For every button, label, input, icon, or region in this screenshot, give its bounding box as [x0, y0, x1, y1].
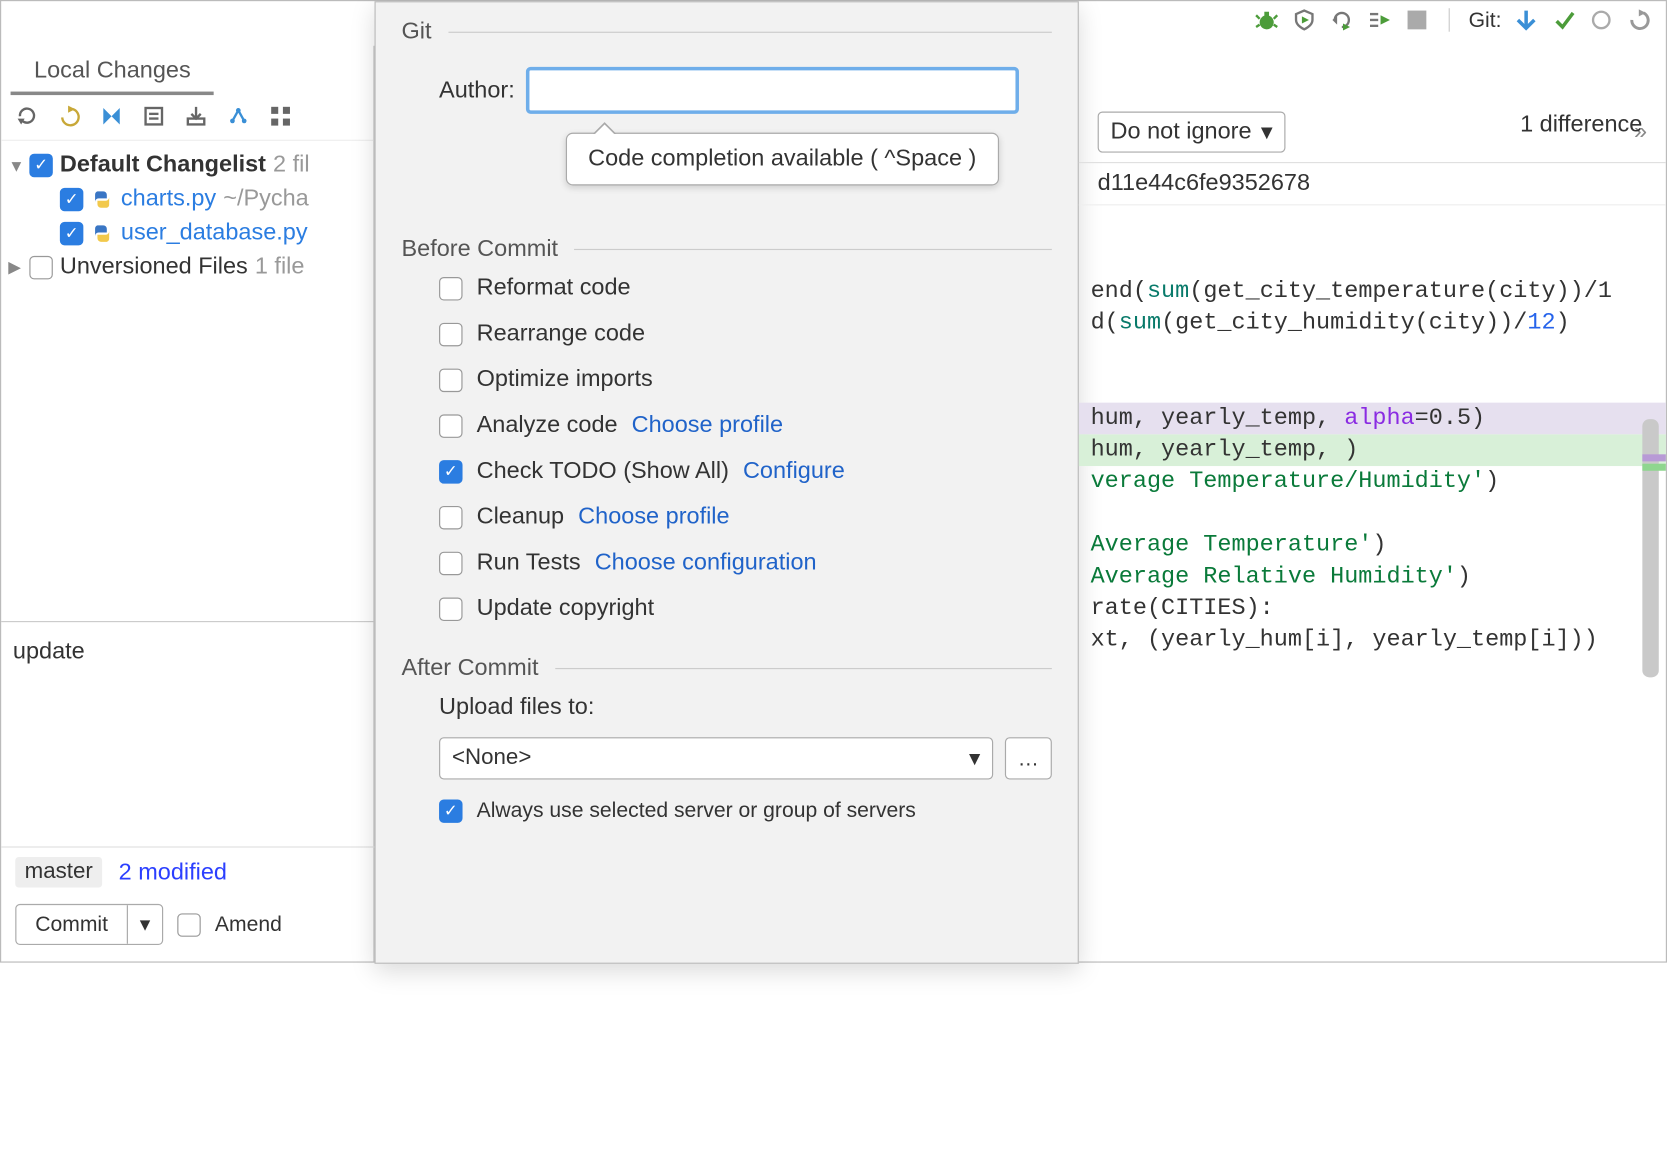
todo-configure-link[interactable]: Configure — [743, 458, 845, 485]
commit-message-input[interactable]: update — [1, 621, 374, 832]
upload-label: Upload files to: — [439, 694, 1052, 721]
upload-more-button[interactable]: … — [1005, 737, 1052, 779]
author-input[interactable] — [526, 67, 1019, 114]
chevron-down-icon: ▾ — [1261, 117, 1273, 146]
file-name: user_database.py — [121, 220, 308, 247]
file-row[interactable]: ✓ user_database.py — [4, 216, 371, 250]
check-copyright[interactable]: Update copyright — [439, 595, 1052, 622]
top-toolbar: Git: — [1254, 1, 1666, 39]
shield-run-icon[interactable] — [1291, 7, 1317, 33]
check-optimize[interactable]: Optimize imports — [439, 366, 1052, 393]
unversioned-label: Unversioned Files — [60, 254, 248, 281]
unversioned-row[interactable]: ▶ Unversioned Files 1 file — [4, 250, 371, 284]
before-commit-title: Before Commit — [401, 236, 1051, 263]
diff-marker-bar — [1642, 454, 1665, 473]
changelist-count: 2 fil — [273, 151, 310, 178]
chevron-right-icon: ▶ — [8, 257, 22, 277]
before-commit-list: Reformat code Rearrange code Optimize im… — [439, 275, 1052, 622]
modified-link[interactable]: 2 modified — [119, 859, 227, 886]
app-window: Git: Local Changes ▼ ✓ Default Ch — [0, 0, 1667, 963]
changes-toolbar — [1, 95, 373, 141]
vcs-commit-icon[interactable] — [1551, 7, 1577, 33]
upload-value: <None> — [452, 745, 531, 771]
upload-target-select[interactable]: <None> ▾ — [439, 737, 993, 779]
check-cleanup[interactable]: Cleanup Choose profile — [439, 504, 1052, 531]
checkbox-file[interactable]: ✓ — [60, 187, 83, 210]
step-run-icon[interactable] — [1366, 7, 1392, 33]
changes-tree: ▼ ✓ Default Changelist 2 fil ✓ charts.py… — [1, 141, 373, 291]
completion-tooltip: Code completion available ( ^Space ) — [566, 133, 999, 186]
stop-icon[interactable] — [1404, 7, 1430, 33]
after-commit-title: After Commit — [401, 655, 1051, 682]
check-reformat[interactable]: Reformat code — [439, 275, 1052, 302]
amend-label: Amend — [215, 912, 282, 937]
commit-footer: master 2 modified Commit ▾ Amend — [1, 846, 374, 961]
revert-icon[interactable] — [1626, 7, 1652, 33]
checkbox-file[interactable]: ✓ — [60, 221, 83, 244]
python-file-icon — [90, 187, 113, 210]
changelist-icon[interactable] — [142, 104, 168, 130]
diff-viewer: Do not ignore▾ » 1 difference d11e44c6fe… — [1079, 102, 1666, 961]
group-icon[interactable] — [227, 104, 253, 130]
diff-icon[interactable] — [100, 104, 126, 130]
tests-config-link[interactable]: Choose configuration — [595, 549, 817, 576]
vcs-update-icon[interactable] — [1513, 7, 1539, 33]
author-label: Author: — [439, 77, 515, 104]
bug-icon[interactable] — [1254, 7, 1280, 33]
refresh-icon[interactable] — [15, 104, 41, 130]
branch-badge[interactable]: master — [15, 857, 102, 888]
history-icon[interactable] — [1588, 7, 1614, 33]
file-path: ~/Pycha — [223, 185, 308, 212]
changelist-row[interactable]: ▼ ✓ Default Changelist 2 fil — [4, 148, 371, 182]
view-options-icon[interactable] — [269, 104, 295, 130]
commit-dropdown-icon[interactable]: ▾ — [128, 905, 162, 944]
rerun-icon[interactable] — [1329, 7, 1355, 33]
file-name: charts.py — [121, 185, 216, 212]
file-row[interactable]: ✓ charts.py ~/Pycha — [4, 182, 371, 216]
shelve-icon[interactable] — [184, 104, 210, 130]
check-todo[interactable]: ✓Check TODO (Show All) Configure — [439, 458, 1052, 485]
commit-hash: d11e44c6fe9352678 — [1079, 163, 1666, 205]
check-runtests[interactable]: Run Tests Choose configuration — [439, 549, 1052, 576]
cleanup-profile-link[interactable]: Choose profile — [578, 504, 729, 531]
changelist-name: Default Changelist — [60, 151, 266, 178]
commit-button-label: Commit — [16, 905, 128, 944]
unversioned-count: 1 file — [255, 254, 305, 281]
chevron-down-icon: ▾ — [969, 745, 980, 772]
checkbox-unversioned[interactable] — [29, 255, 52, 278]
ignore-whitespace-select[interactable]: Do not ignore▾ — [1098, 112, 1286, 153]
analyze-profile-link[interactable]: Choose profile — [632, 412, 783, 439]
always-use-server-check[interactable]: ✓Always use selected server or group of … — [439, 798, 1052, 823]
code-view[interactable]: end(sum(get_city_temperature(city))/1 d(… — [1079, 205, 1666, 656]
commit-button[interactable]: Commit ▾ — [15, 904, 163, 945]
diff-count: 1 difference — [1520, 112, 1642, 139]
rollback-icon[interactable] — [58, 104, 84, 130]
check-rearrange[interactable]: Rearrange code — [439, 320, 1052, 347]
checkbox-changelist[interactable]: ✓ — [29, 153, 52, 176]
amend-checkbox[interactable] — [177, 913, 200, 936]
python-file-icon — [90, 221, 113, 244]
git-section-title: Git — [401, 19, 1051, 46]
tab-local-changes[interactable]: Local Changes — [11, 46, 215, 95]
chevron-down-icon: ▼ — [8, 156, 22, 175]
check-analyze[interactable]: Analyze code Choose profile — [439, 412, 1052, 439]
git-label: Git: — [1469, 8, 1502, 33]
commit-options-popup: Git Author: Code completion available ( … — [374, 1, 1078, 964]
